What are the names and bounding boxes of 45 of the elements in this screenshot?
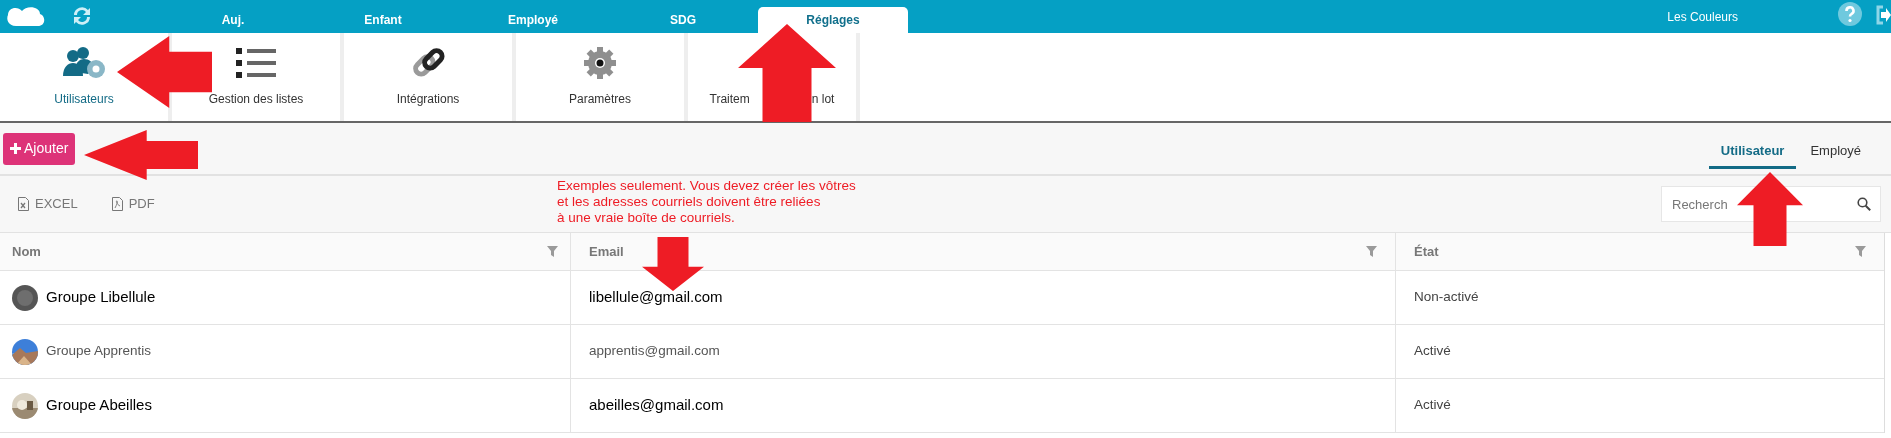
note-text: Exemples seulement. Vous devez créer les vôtres <box>557 178 856 194</box>
users-gear-icon <box>61 46 107 80</box>
excel-file-icon <box>18 197 29 211</box>
pdf-file-icon <box>111 197 123 211</box>
table-cell-text: apprentis@gmail.com <box>589 342 720 361</box>
add-button[interactable]: Ajouter <box>3 132 76 165</box>
logo-icon[interactable] <box>6 5 46 27</box>
search-icon[interactable] <box>1857 197 1871 211</box>
column-header[interactable]: Nom <box>0 233 570 270</box>
nav-tab[interactable]: Enfant <box>308 7 458 33</box>
ribbon-label[interactable]: Utilisateurs <box>54 90 114 108</box>
view-tab[interactable]: Employé <box>1808 135 1863 169</box>
table-cell-text: Groupe Apprentis <box>46 342 152 361</box>
filter-icon[interactable] <box>1366 246 1377 257</box>
table-cell-text: Groupe Libellule <box>46 287 156 308</box>
ribbon-label[interactable]: Paramètres <box>569 90 631 108</box>
ribbon-label[interactable]: Intégrations <box>396 90 460 108</box>
table-cell-text: abeilles@gmail.com <box>589 395 724 416</box>
nav-tab[interactable]: Auj. <box>158 7 308 33</box>
view-tab[interactable]: Utilisateur <box>1708 135 1797 169</box>
filter-icon[interactable] <box>1855 246 1866 257</box>
annotation-arrow <box>642 237 704 291</box>
ribbon-label[interactable]: Traitem <box>709 90 750 108</box>
nav-tab[interactable]: Réglages <box>758 7 908 33</box>
help-icon[interactable] <box>1838 2 1862 26</box>
avatar-icon <box>12 284 38 311</box>
table-cell-text: Activé <box>1414 342 1451 361</box>
logout-icon[interactable] <box>1875 4 1891 26</box>
ribbon-label[interactable]: n lot <box>811 90 835 108</box>
gear-icon <box>583 46 617 80</box>
ribbon-label[interactable]: Gestion des listes <box>208 90 304 108</box>
plus-icon <box>10 143 21 154</box>
note-text: à une vraie boîte de courriels. <box>557 210 736 226</box>
note-text: et les adresses courriels doivent être reliées <box>557 194 822 210</box>
export-button[interactable]: PDF <box>111 194 155 214</box>
table-cell-text: Activé <box>1414 396 1451 415</box>
account-name: Les Couleurs <box>1667 9 1738 26</box>
nav-tab[interactable]: SDG <box>608 7 758 33</box>
filter-icon[interactable] <box>547 246 558 257</box>
export-button[interactable]: EXCEL <box>18 194 78 214</box>
table-cell-text: libellule@gmail.com <box>589 287 723 308</box>
table-cell-text: Non-activé <box>1414 288 1479 307</box>
list-icon <box>236 46 276 80</box>
table-cell-text: Groupe Abeilles <box>46 395 152 416</box>
nav-tab[interactable]: Employé <box>458 7 608 33</box>
